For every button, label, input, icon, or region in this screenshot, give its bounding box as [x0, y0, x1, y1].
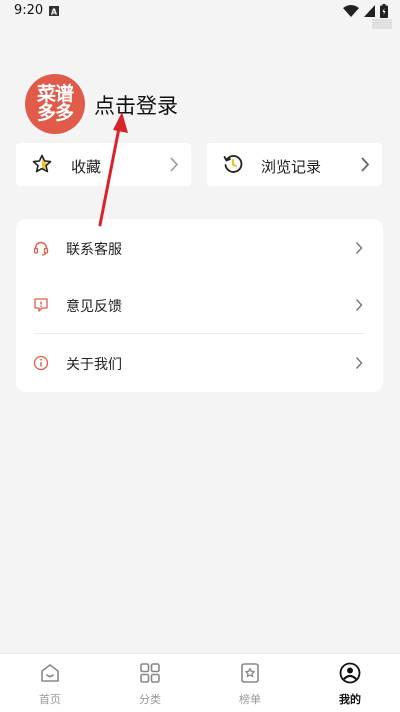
chevron-right-icon	[170, 157, 179, 172]
favorites-card[interactable]: 收藏	[16, 143, 191, 186]
menu-item-label: 关于我们	[66, 357, 122, 373]
ranking-icon	[241, 663, 259, 683]
nav-item-home[interactable]: 首页	[0, 654, 100, 712]
info-icon	[33, 355, 49, 371]
nav-item-ranking[interactable]: 榜单	[200, 654, 300, 712]
avatar-text-line2: 多多	[36, 102, 74, 124]
signal-icon	[364, 5, 375, 17]
screen: 9:20 A 菜谱 多多 点击登录 收藏 浏览记录 联系客服 意见反馈 关于我们…	[0, 0, 400, 712]
headset-icon	[33, 241, 49, 256]
svg-text:A: A	[51, 8, 58, 17]
home-icon	[41, 664, 59, 682]
history-clock-icon	[223, 155, 243, 173]
nav-item-category[interactable]: 分类	[100, 654, 200, 712]
status-icons	[343, 4, 388, 18]
menu-item-about-us[interactable]: 关于我们	[16, 334, 383, 391]
chevron-right-icon	[361, 157, 370, 172]
nav-label: 首页	[39, 693, 61, 706]
nav-label: 分类	[139, 693, 161, 706]
battery-icon	[380, 4, 388, 18]
profile-icon	[339, 662, 361, 684]
grid-icon	[140, 663, 160, 683]
status-time: 9:20	[14, 3, 44, 18]
star-icon	[32, 154, 52, 173]
menu-item-label: 意见反馈	[66, 299, 122, 315]
chevron-right-icon	[355, 299, 363, 311]
app-logo-avatar[interactable]: 菜谱 多多	[25, 74, 85, 134]
status-bar: 9:20 A	[0, 0, 400, 29]
nav-label: 我的	[339, 693, 361, 706]
notification-a-icon: A	[49, 6, 59, 16]
nav-label: 榜单	[239, 693, 261, 706]
history-label: 浏览记录	[261, 158, 322, 176]
feedback-icon	[34, 298, 48, 312]
bottom-nav: 首页 分类 榜单 我的	[0, 653, 400, 712]
menu-item-customer-service[interactable]: 联系客服	[16, 219, 383, 276]
menu-item-feedback[interactable]: 意见反馈	[16, 276, 383, 333]
favorites-label: 收藏	[71, 158, 102, 176]
nav-item-mine[interactable]: 我的	[300, 654, 400, 712]
chevron-right-icon	[355, 242, 363, 254]
menu-item-label: 联系客服	[66, 242, 122, 258]
login-link[interactable]: 点击登录	[94, 90, 178, 120]
history-card[interactable]: 浏览记录	[207, 143, 382, 186]
settings-menu: 联系客服 意见反馈 关于我们	[16, 219, 383, 392]
chevron-right-icon	[355, 357, 363, 369]
status-mini-badge	[372, 19, 392, 29]
wifi-icon	[343, 5, 359, 17]
